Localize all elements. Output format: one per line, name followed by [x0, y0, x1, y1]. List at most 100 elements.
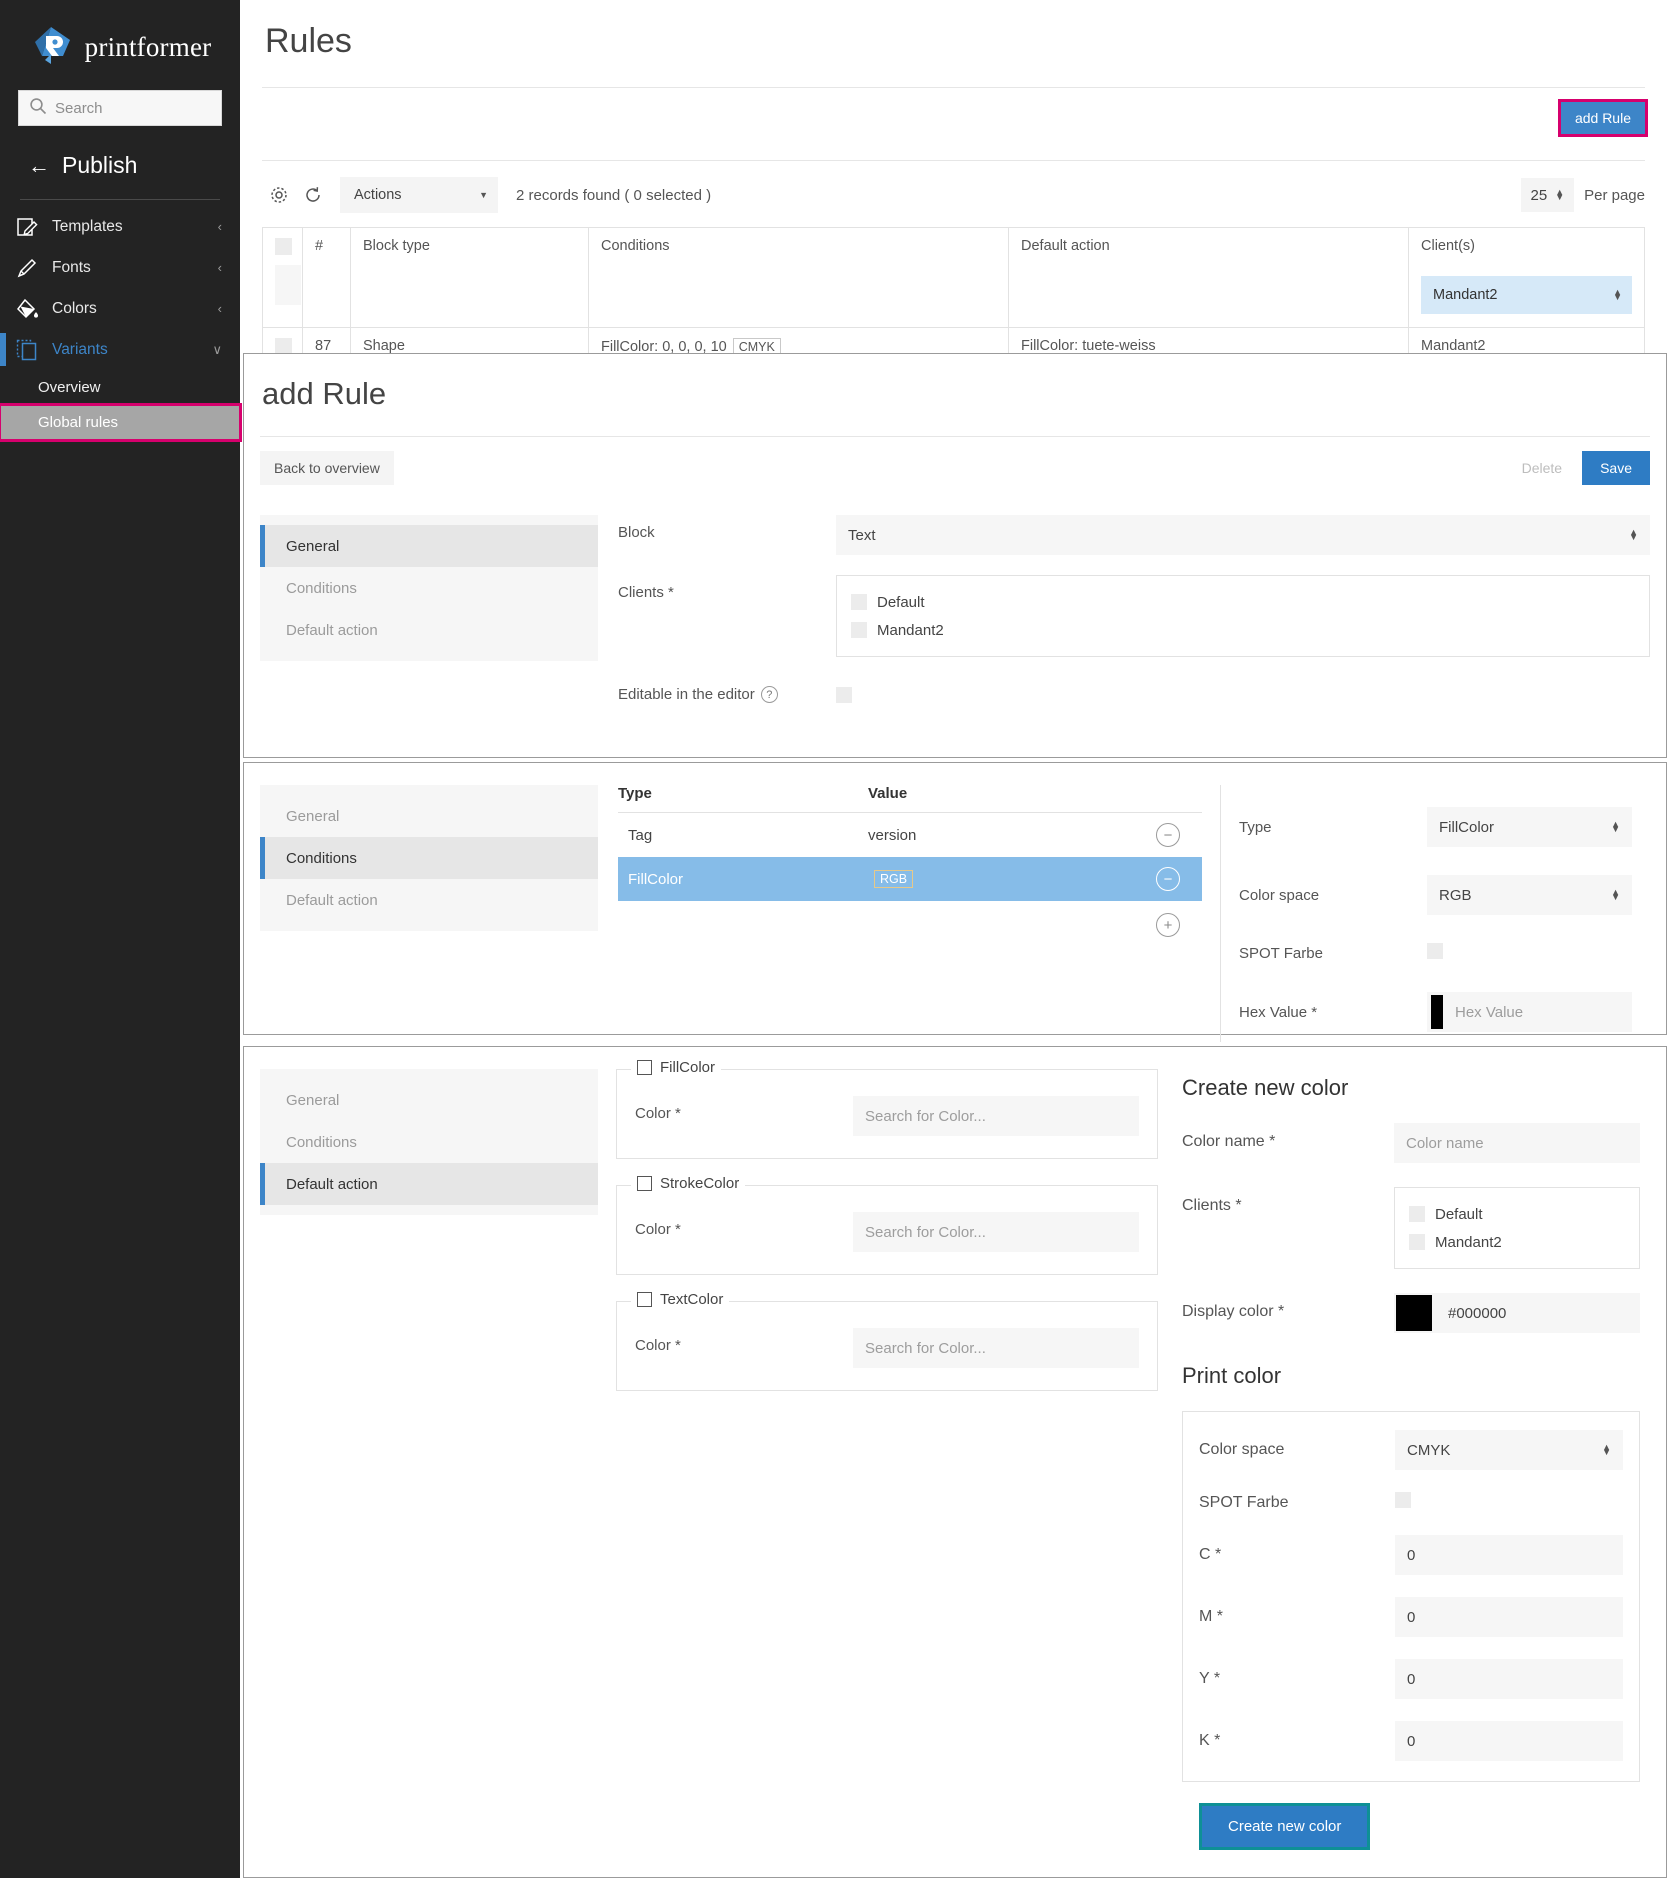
channel-y-input[interactable]: 0	[1395, 1659, 1623, 1699]
default-action-line-1: FillColor: tuete-weiss	[1021, 338, 1156, 354]
channel-k-input[interactable]: 0	[1395, 1721, 1623, 1761]
detail-type-select[interactable]: FillColor ▲ ▼	[1427, 807, 1632, 847]
minus-circle-icon[interactable]: −	[1156, 823, 1180, 847]
header-number[interactable]: #	[302, 227, 351, 328]
client-filter-select[interactable]: Mandant2 ▲ ▼	[1421, 276, 1632, 314]
client-option-default[interactable]: Default	[851, 588, 1635, 616]
strokecolor-search-input[interactable]: Search for Color...	[853, 1212, 1139, 1252]
editable-checkbox[interactable]	[836, 687, 852, 703]
sidebar-item-global-rules[interactable]: Global rules	[0, 403, 242, 442]
fillcolor-search-input[interactable]: Search for Color...	[853, 1096, 1139, 1136]
per-page-value: 25	[1530, 186, 1548, 204]
block-select[interactable]: Text ▲ ▼	[836, 515, 1650, 555]
add-condition-row: +	[618, 901, 1202, 937]
sidebar-divider	[20, 199, 220, 200]
condition-row-fillcolor[interactable]: FillColor RGB −	[618, 857, 1202, 901]
header-block-type[interactable]: Block type	[350, 227, 589, 328]
textcolor-legend[interactable]: TextColor	[631, 1291, 730, 1308]
conditions-panel: General Conditions Default action Type V…	[243, 762, 1667, 1042]
delete-button[interactable]: Delete	[1505, 451, 1579, 485]
filter-box[interactable]	[275, 265, 301, 305]
sidebar-item-label: Colors	[52, 299, 97, 317]
color-swatch[interactable]	[1431, 995, 1443, 1029]
header-label: Default action	[1021, 238, 1110, 254]
print-color-heading: Print color	[1182, 1363, 1282, 1388]
display-color-input[interactable]: #000000	[1394, 1293, 1640, 1333]
header-clients[interactable]: Client(s) Mandant2 ▲ ▼	[1408, 227, 1645, 328]
minus-circle-icon[interactable]: −	[1156, 867, 1180, 891]
color-name-input[interactable]: Color name	[1394, 1123, 1640, 1163]
client-option-mandant2[interactable]: Mandant2	[1409, 1228, 1625, 1256]
channel-value: 0	[1407, 1670, 1416, 1688]
step-general[interactable]: General	[260, 795, 598, 837]
gear-icon[interactable]	[262, 178, 296, 212]
detail-colorspace-select[interactable]: RGB ▲ ▼	[1427, 875, 1632, 915]
condition-row-tag[interactable]: Tag version −	[618, 813, 1202, 857]
back-to-overview-button[interactable]: Back to overview	[260, 451, 394, 485]
sidebar-subitem-label: Global rules	[38, 414, 119, 431]
step-conditions[interactable]: Conditions	[260, 837, 598, 879]
question-mark-icon[interactable]: ?	[760, 686, 778, 703]
print-colorspace-select[interactable]: CMYK ▲ ▼	[1395, 1430, 1623, 1470]
per-page-select[interactable]: 25 ▲ ▼	[1520, 178, 1575, 212]
brand-logo[interactable]: printformer	[0, 0, 240, 84]
conditions-section: General Conditions Default action Type V…	[244, 763, 1666, 1058]
spot-checkbox[interactable]	[1395, 1492, 1411, 1508]
checkbox[interactable]	[851, 622, 867, 638]
sidebar-item-variants[interactable]: Variants ∨	[0, 329, 240, 370]
step-conditions[interactable]: Conditions	[260, 567, 598, 609]
step-nav-conditions: General Conditions Default action	[260, 785, 598, 931]
actions-dropdown[interactable]: Actions ▼	[340, 177, 498, 213]
condition-type: Tag	[628, 826, 653, 844]
print-spot-label: SPOT Farbe	[1199, 1493, 1289, 1511]
color-swatch[interactable]	[1396, 1295, 1432, 1331]
checkbox[interactable]	[637, 1176, 652, 1191]
create-new-color-button[interactable]: Create new color	[1198, 1803, 1371, 1850]
channel-c-input[interactable]: 0	[1395, 1535, 1623, 1575]
checkbox[interactable]	[637, 1060, 652, 1075]
general-fields: Block Text ▲ ▼ Clients * Default Mandant2	[598, 515, 1650, 728]
step-default-action[interactable]: Default action	[260, 879, 598, 921]
step-conditions[interactable]: Conditions	[260, 1121, 598, 1163]
save-button[interactable]: Save	[1582, 451, 1650, 485]
header-select-all[interactable]	[262, 227, 303, 328]
checkbox[interactable]	[851, 594, 867, 610]
header-default-action[interactable]: Default action	[1008, 227, 1409, 328]
plus-circle-icon[interactable]: +	[1156, 913, 1180, 937]
editable-field-row: Editable in the editor ?	[618, 677, 1650, 708]
step-general[interactable]: General	[260, 1079, 598, 1121]
search-input[interactable]: Search	[18, 90, 222, 126]
back-to-publish[interactable]: ← Publish	[0, 126, 240, 189]
checkbox[interactable]	[637, 1292, 652, 1307]
add-rule-button[interactable]: add Rule	[1557, 99, 1649, 137]
sidebar-item-overview[interactable]: Overview	[0, 370, 240, 405]
sidebar-item-colors[interactable]: Colors ‹	[0, 288, 240, 329]
legend-label: TextColor	[660, 1291, 724, 1308]
client-option-label: Mandant2	[877, 621, 944, 639]
textcolor-search-input[interactable]: Search for Color...	[853, 1328, 1139, 1368]
step-default-action[interactable]: Default action	[260, 1163, 598, 1205]
display-color-label: Display color *	[1182, 1303, 1285, 1320]
channel-k-row: K * 0	[1199, 1721, 1623, 1761]
sidebar-subitem-label: Overview	[38, 379, 101, 396]
client-option-default[interactable]: Default	[1409, 1200, 1625, 1228]
checkbox[interactable]	[1409, 1206, 1425, 1222]
header-conditions[interactable]: Conditions	[588, 227, 1009, 328]
textcolor-group: TextColor Color * Search for Color...	[616, 1291, 1158, 1391]
sidebar-item-templates[interactable]: Templates ‹	[0, 206, 240, 247]
channel-m-input[interactable]: 0	[1395, 1597, 1623, 1637]
client-option-mandant2[interactable]: Mandant2	[851, 616, 1635, 644]
conditions-list-header: Type Value	[618, 785, 1202, 813]
step-default-action[interactable]: Default action	[260, 609, 598, 651]
spot-checkbox[interactable]	[1427, 943, 1443, 959]
table-toolbar: Actions ▼ 2 records found ( 0 selected )…	[240, 161, 1667, 213]
sidebar: printformer Search ← Publish Templates ‹…	[0, 0, 242, 1878]
select-all-checkbox[interactable]	[275, 238, 292, 255]
strokecolor-legend[interactable]: StrokeColor	[631, 1175, 746, 1192]
fillcolor-legend[interactable]: FillColor	[631, 1059, 722, 1076]
step-general[interactable]: General	[260, 525, 598, 567]
sidebar-item-fonts[interactable]: Fonts ‹	[0, 247, 240, 288]
checkbox[interactable]	[1409, 1234, 1425, 1250]
hex-value-input[interactable]: Hex Value	[1427, 992, 1632, 1032]
refresh-icon[interactable]	[296, 178, 330, 212]
